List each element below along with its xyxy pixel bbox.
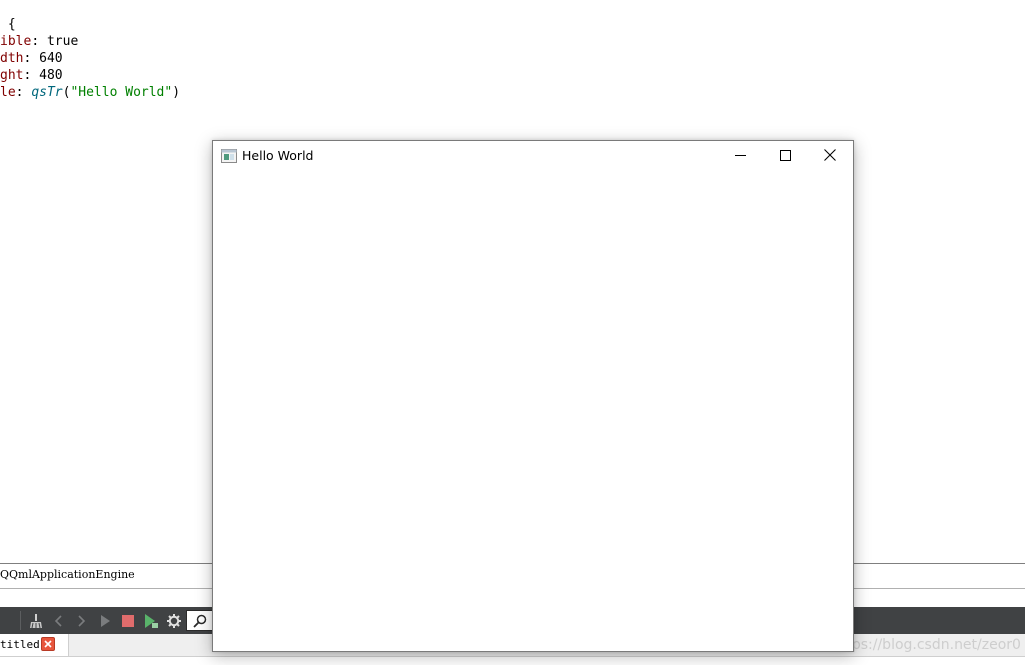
back-arrow-icon[interactable]	[49, 611, 69, 630]
property-name: ght	[0, 68, 24, 83]
window-titlebar[interactable]: Hello World	[213, 141, 853, 171]
property-separator: :	[23, 51, 40, 66]
code-brace: {	[0, 17, 16, 32]
broom-icon[interactable]	[26, 611, 46, 630]
code-line-5: le: qsTr("Hello World")	[0, 84, 180, 101]
maximize-button[interactable]	[762, 141, 808, 170]
search-icon	[192, 613, 208, 633]
window-title: Hello World	[242, 148, 314, 163]
property-name: le	[0, 85, 16, 100]
string-literal: "Hello World"	[70, 85, 173, 100]
status-strip	[0, 657, 1025, 665]
close-icon	[824, 146, 836, 165]
property-value: 640	[39, 51, 63, 66]
property-separator: :	[15, 85, 32, 100]
code-line-4: ght: 480	[0, 67, 63, 84]
code-line-2: ible: true	[0, 33, 78, 50]
qt-window-icon	[221, 148, 237, 163]
code-line-3: dth: 640	[0, 50, 63, 67]
property-value: true	[46, 34, 79, 49]
minimize-button[interactable]	[717, 141, 763, 170]
code-editor[interactable]: { ible: true dth: 640 ght: 480 le: qsTr(…	[0, 16, 1025, 116]
screen: { ible: true dth: 640 ght: 480 le: qsTr(…	[0, 0, 1025, 665]
close-button[interactable]	[807, 141, 853, 170]
property-separator: :	[23, 68, 40, 83]
play-icon[interactable]	[95, 611, 115, 630]
function-name: qsTr	[31, 85, 63, 100]
minimize-icon	[734, 146, 746, 165]
forward-arrow-icon[interactable]	[71, 611, 91, 630]
toolbar-separator	[20, 611, 21, 630]
app-window: Hello World	[212, 140, 854, 652]
close-icon[interactable]	[41, 637, 55, 651]
window-client-area[interactable]	[213, 171, 853, 651]
run-special-icon[interactable]	[141, 611, 161, 630]
property-separator: :	[31, 34, 47, 49]
property-value: 480	[39, 68, 63, 83]
maximize-icon	[779, 146, 791, 165]
code-line-1: {	[0, 16, 16, 33]
tab-untitled[interactable]: titled	[0, 634, 69, 656]
property-name: dth	[0, 51, 24, 66]
stop-icon[interactable]	[118, 611, 138, 630]
tab-label: titled	[0, 638, 40, 651]
gear-icon[interactable]	[164, 611, 184, 630]
watermark: https://blog.csdn.net/zeor0	[832, 637, 1021, 653]
close-paren: )	[172, 85, 181, 100]
output-text: QQmlApplicationEngine	[0, 568, 135, 581]
property-name: ible	[0, 34, 32, 49]
